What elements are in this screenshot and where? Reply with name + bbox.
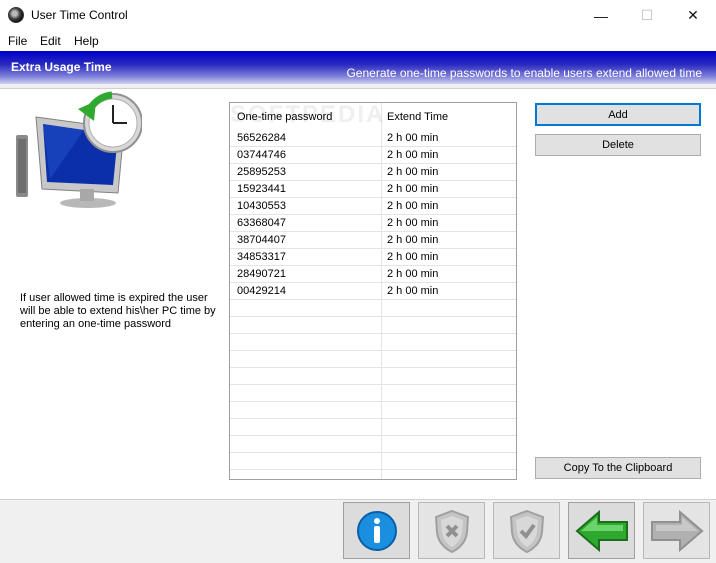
back-button[interactable] — [568, 502, 635, 559]
menu-edit[interactable]: Edit — [40, 34, 61, 48]
empty-table-row[interactable] — [230, 385, 516, 402]
close-icon: ✕ — [687, 7, 699, 23]
password-cell: 56526284 — [237, 132, 286, 144]
table-row[interactable]: 00429214 2 h 00 min — [230, 283, 516, 300]
window-title: User Time Control — [31, 8, 128, 22]
empty-table-row[interactable] — [230, 351, 516, 368]
shield-x-icon — [434, 509, 469, 553]
add-button[interactable]: Add — [535, 103, 701, 126]
table-row[interactable]: 38704407 2 h 00 min — [230, 232, 516, 249]
main-panel: If user allowed time is expired the user… — [0, 88, 716, 500]
extend-time-cell: 2 h 00 min — [387, 149, 439, 161]
banner-title: Extra Usage Time — [11, 60, 112, 74]
revoke-button[interactable] — [418, 502, 485, 559]
maximize-icon: ☐ — [640, 7, 654, 23]
back-arrow-icon — [574, 509, 628, 552]
info-button[interactable] — [343, 502, 410, 559]
info-text: If user allowed time is expired the user… — [20, 292, 216, 330]
password-cell: 03744746 — [237, 149, 286, 161]
info-icon — [356, 510, 397, 551]
app-icon — [8, 7, 24, 23]
extend-time-cell: 2 h 00 min — [387, 251, 439, 263]
copy-clipboard-button[interactable]: Copy To the Clipboard — [535, 457, 701, 479]
banner-subtitle: Generate one-time passwords to enable us… — [346, 66, 702, 80]
maximize-button[interactable]: ☐ — [624, 0, 670, 31]
empty-table-row[interactable] — [230, 453, 516, 470]
extend-time-cell: 2 h 00 min — [387, 268, 439, 280]
delete-button[interactable]: Delete — [535, 134, 701, 156]
password-cell: 00429214 — [237, 285, 286, 297]
empty-table-row[interactable] — [230, 300, 516, 317]
password-table[interactable]: SOFTPEDIA One-time password Extend Time … — [229, 102, 517, 480]
password-cell: 15923441 — [237, 183, 286, 195]
empty-table-row[interactable] — [230, 436, 516, 453]
password-cell: 10430553 — [237, 200, 286, 212]
password-cell: 28490721 — [237, 268, 286, 280]
title-bar: User Time Control — ☐ ✕ — [0, 0, 716, 31]
empty-table-row[interactable] — [230, 317, 516, 334]
table-row[interactable]: 25895253 2 h 00 min — [230, 164, 516, 181]
password-cell: 34853317 — [237, 251, 286, 263]
forward-button[interactable] — [643, 502, 710, 559]
forward-arrow-icon — [650, 509, 704, 552]
table-row[interactable]: 56526284 2 h 00 min — [230, 130, 516, 147]
close-button[interactable]: ✕ — [670, 0, 716, 31]
menu-bar: File Edit Help — [0, 31, 716, 51]
minimize-button[interactable]: — — [578, 0, 624, 31]
empty-table-row[interactable] — [230, 402, 516, 419]
password-cell: 63368047 — [237, 217, 286, 229]
header-extend-time[interactable]: Extend Time — [387, 111, 448, 123]
extend-time-cell: 2 h 00 min — [387, 183, 439, 195]
extend-time-cell: 2 h 00 min — [387, 217, 439, 229]
table-row[interactable]: 28490721 2 h 00 min — [230, 266, 516, 283]
menu-help[interactable]: Help — [74, 34, 99, 48]
extend-time-cell: 2 h 00 min — [387, 285, 439, 297]
table-row[interactable]: 15923441 2 h 00 min — [230, 181, 516, 198]
password-cell: 38704407 — [237, 234, 286, 246]
empty-table-row[interactable] — [230, 368, 516, 385]
shield-check-icon — [509, 509, 544, 553]
table-header: One-time password Extend Time — [230, 103, 516, 130]
extend-time-cell: 2 h 00 min — [387, 234, 439, 246]
table-row[interactable]: 10430553 2 h 00 min — [230, 198, 516, 215]
table-row[interactable]: 34853317 2 h 00 min — [230, 249, 516, 266]
empty-table-row[interactable] — [230, 419, 516, 436]
extend-time-cell: 2 h 00 min — [387, 200, 439, 212]
empty-table-row[interactable] — [230, 334, 516, 351]
computer-clock-icon — [16, 91, 142, 208]
password-cell: 25895253 — [237, 166, 286, 178]
menu-file[interactable]: File — [8, 34, 27, 48]
extend-time-cell: 2 h 00 min — [387, 166, 439, 178]
table-row[interactable]: 03744746 2 h 00 min — [230, 147, 516, 164]
minimize-icon: — — [594, 7, 608, 24]
approve-button[interactable] — [493, 502, 560, 559]
header-password[interactable]: One-time password — [237, 111, 332, 123]
extend-time-cell: 2 h 00 min — [387, 132, 439, 144]
header-banner: Extra Usage Time Generate one-time passw… — [0, 51, 716, 84]
table-row[interactable]: 63368047 2 h 00 min — [230, 215, 516, 232]
